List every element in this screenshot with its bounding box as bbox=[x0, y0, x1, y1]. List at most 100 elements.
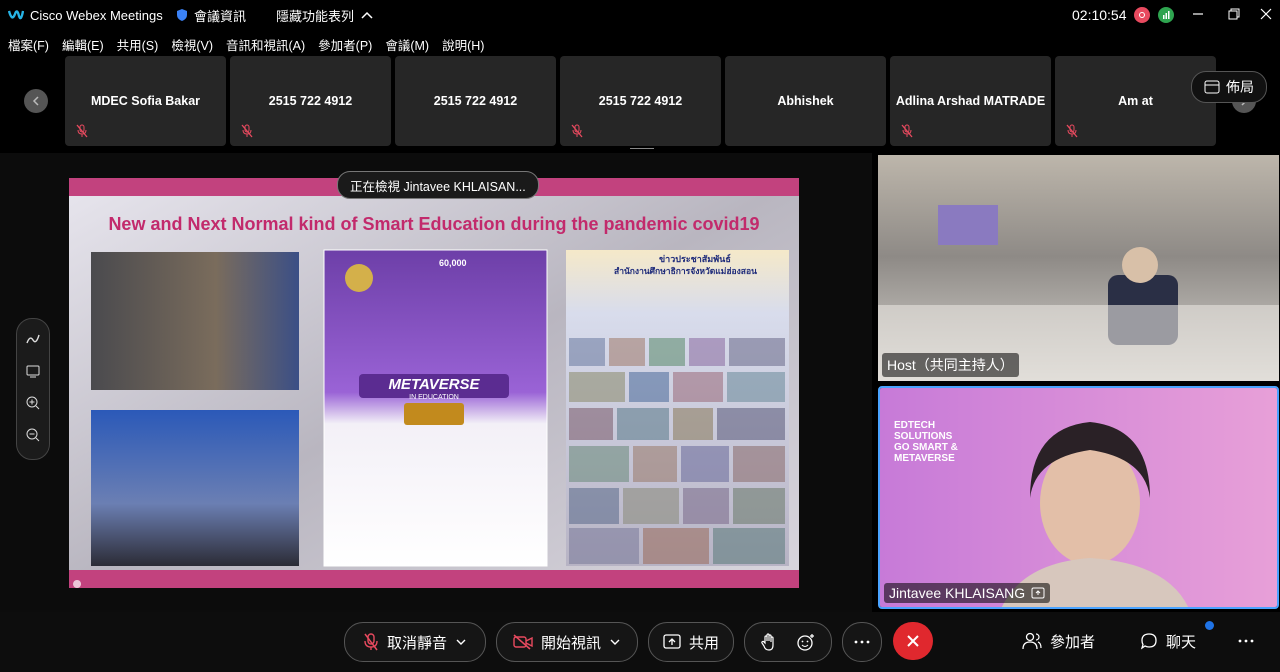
chat-label: 聊天 bbox=[1166, 633, 1197, 651]
layout-button[interactable]: 佈局 bbox=[1191, 71, 1267, 103]
app-title: Cisco Webex Meetings bbox=[8, 8, 163, 23]
menu-bar: 檔案(F) 編輯(E) 共用(S) 檢視(V) 音訊和視訊(A) 參加者(P) … bbox=[0, 32, 497, 56]
slide-title: New and Next Normal kind of Smart Educat… bbox=[108, 214, 760, 234]
unmute-label: 取消靜音 bbox=[386, 634, 447, 652]
participant-tile[interactable]: Adlina Arshad MATRADE bbox=[890, 56, 1051, 146]
emoji-reaction-icon[interactable] bbox=[797, 633, 815, 651]
speaker-bg-text: EDTECH SOLUTIONS GO SMART & METAVERSE bbox=[894, 420, 958, 464]
annotation-toolbar bbox=[16, 318, 50, 460]
chat-button[interactable]: 聊天 bbox=[1140, 622, 1196, 660]
participant-name: Am at bbox=[1118, 94, 1153, 108]
participant-tile[interactable]: 2515 722 4912 bbox=[230, 56, 391, 146]
network-status-icon[interactable] bbox=[1158, 7, 1174, 23]
viewing-share-indicator[interactable]: 正在檢視 Jintavee KHLAISAN... bbox=[337, 171, 539, 199]
webex-logo-icon bbox=[8, 10, 24, 20]
speaker-name: Jintavee KHLAISANG bbox=[889, 585, 1026, 601]
participant-name: 2515 722 4912 bbox=[433, 94, 518, 108]
participant-tile[interactable]: Abhishek bbox=[725, 56, 886, 146]
participants-label: 參加者 bbox=[1050, 633, 1096, 651]
bg-text-line: EDTECH bbox=[894, 420, 936, 431]
more-options-button[interactable] bbox=[842, 622, 882, 662]
recording-icon[interactable] bbox=[1134, 7, 1150, 23]
app-name: Cisco Webex Meetings bbox=[30, 7, 163, 23]
shared-slide: New and Next Normal kind of Smart Educat… bbox=[69, 178, 799, 588]
poster-subtitle: IN EDUCATION bbox=[409, 394, 459, 401]
chat-icon bbox=[1140, 633, 1157, 650]
hide-menu-button[interactable]: 隱藏功能表列 bbox=[276, 6, 374, 25]
more-icon bbox=[1238, 639, 1254, 643]
menu-view[interactable]: 檢視(V) bbox=[171, 35, 213, 54]
muted-mic-icon bbox=[76, 124, 88, 138]
host-name: Host（共同主持人） bbox=[887, 357, 1014, 373]
chevron-left-icon bbox=[32, 96, 39, 106]
viewing-label: 正在檢視 Jintavee KHLAISAN... bbox=[350, 179, 526, 194]
title-bar: Cisco Webex Meetings 會議資訊 隱藏功能表列 02:10:5… bbox=[0, 0, 1280, 30]
menu-file[interactable]: 檔案(F) bbox=[8, 35, 49, 54]
news-header-2: สำนักงานศึกษาธิการจังหวัดแม่ฮ่องสอน bbox=[614, 266, 757, 276]
menu-help[interactable]: 說明(H) bbox=[442, 35, 484, 54]
layout-label: 佈局 bbox=[1226, 79, 1254, 95]
meeting-timer: 02:10:54 bbox=[1072, 7, 1127, 23]
more-icon bbox=[854, 640, 870, 644]
shield-icon bbox=[177, 9, 187, 21]
host-video[interactable]: Host（共同主持人） bbox=[878, 155, 1279, 381]
bg-text-line: METAVERSE bbox=[894, 453, 955, 464]
muted-mic-icon bbox=[364, 633, 378, 651]
layout-icon bbox=[1204, 80, 1220, 94]
participant-tile[interactable]: MDEC Sofia Bakar bbox=[65, 56, 226, 146]
menu-edit[interactable]: 編輯(E) bbox=[62, 35, 104, 54]
bg-text-line: SOLUTIONS bbox=[894, 431, 953, 442]
muted-mic-icon bbox=[241, 124, 253, 138]
start-video-button[interactable]: 開始視訊 bbox=[496, 622, 638, 662]
participant-name: Adlina Arshad MATRADE bbox=[895, 94, 1046, 108]
zoom-out-icon[interactable] bbox=[25, 427, 41, 443]
start-video-label: 開始視訊 bbox=[540, 634, 601, 652]
zoom-in-icon[interactable] bbox=[25, 395, 41, 411]
annotate-pen-icon[interactable] bbox=[25, 331, 41, 347]
participant-tile[interactable]: 2515 722 4912 bbox=[395, 56, 556, 146]
raise-hand-icon[interactable] bbox=[761, 633, 777, 651]
participant-tile[interactable]: 2515 722 4912 bbox=[560, 56, 721, 146]
reactions-group bbox=[744, 622, 832, 662]
restore-icon[interactable] bbox=[1226, 6, 1242, 25]
participant-name: MDEC Sofia Bakar bbox=[90, 94, 201, 108]
poster-banner: METAVERSE bbox=[388, 376, 480, 393]
meeting-info-label: 會議資訊 bbox=[194, 8, 247, 24]
menu-audio-video[interactable]: 音訊和視訊(A) bbox=[226, 35, 305, 54]
participant-name: Abhishek bbox=[777, 94, 834, 108]
participant-tile[interactable]: Am at bbox=[1055, 56, 1216, 146]
participants-icon bbox=[1022, 632, 1042, 650]
host-video-feed bbox=[878, 155, 1279, 381]
unmute-button[interactable]: 取消靜音 bbox=[344, 622, 486, 662]
menu-participants[interactable]: 參加者(P) bbox=[318, 35, 372, 54]
more-panels-button[interactable] bbox=[1238, 622, 1254, 660]
meeting-info-button[interactable]: 會議資訊 bbox=[176, 6, 246, 25]
sharing-icon bbox=[1031, 587, 1045, 599]
chevron-down-icon[interactable] bbox=[609, 638, 621, 646]
leave-meeting-button[interactable] bbox=[893, 622, 933, 660]
participants-button[interactable]: 參加者 bbox=[1022, 622, 1095, 660]
close-icon bbox=[907, 635, 919, 647]
muted-mic-icon bbox=[1066, 124, 1078, 138]
poster-count: 60,000 bbox=[439, 258, 467, 268]
screen-control-icon[interactable] bbox=[25, 363, 41, 379]
host-label: Host（共同主持人） bbox=[882, 353, 1019, 377]
timer-text: 02:10:54 bbox=[1072, 7, 1127, 23]
muted-mic-icon bbox=[901, 124, 913, 138]
chevron-down-icon[interactable] bbox=[455, 638, 467, 646]
share-label: 共用 bbox=[688, 634, 719, 652]
muted-mic-icon bbox=[571, 124, 583, 138]
active-speaker-video[interactable]: EDTECH SOLUTIONS GO SMART & METAVERSE Ji… bbox=[878, 386, 1279, 609]
minimize-icon[interactable] bbox=[1190, 6, 1206, 25]
menu-meeting[interactable]: 會議(M) bbox=[385, 35, 429, 54]
speaker-label: Jintavee KHLAISANG bbox=[884, 583, 1051, 603]
participant-name: 2515 722 4912 bbox=[268, 94, 353, 108]
menu-share[interactable]: 共用(S) bbox=[117, 35, 159, 54]
bg-text-line: GO SMART & bbox=[894, 442, 958, 453]
chat-notification-dot bbox=[1205, 621, 1214, 630]
share-button[interactable]: 共用 bbox=[648, 622, 734, 662]
chevron-up-icon bbox=[361, 11, 373, 19]
strip-prev-button[interactable] bbox=[24, 89, 48, 113]
close-window-icon[interactable] bbox=[1258, 6, 1274, 25]
participant-name: 2515 722 4912 bbox=[598, 94, 683, 108]
